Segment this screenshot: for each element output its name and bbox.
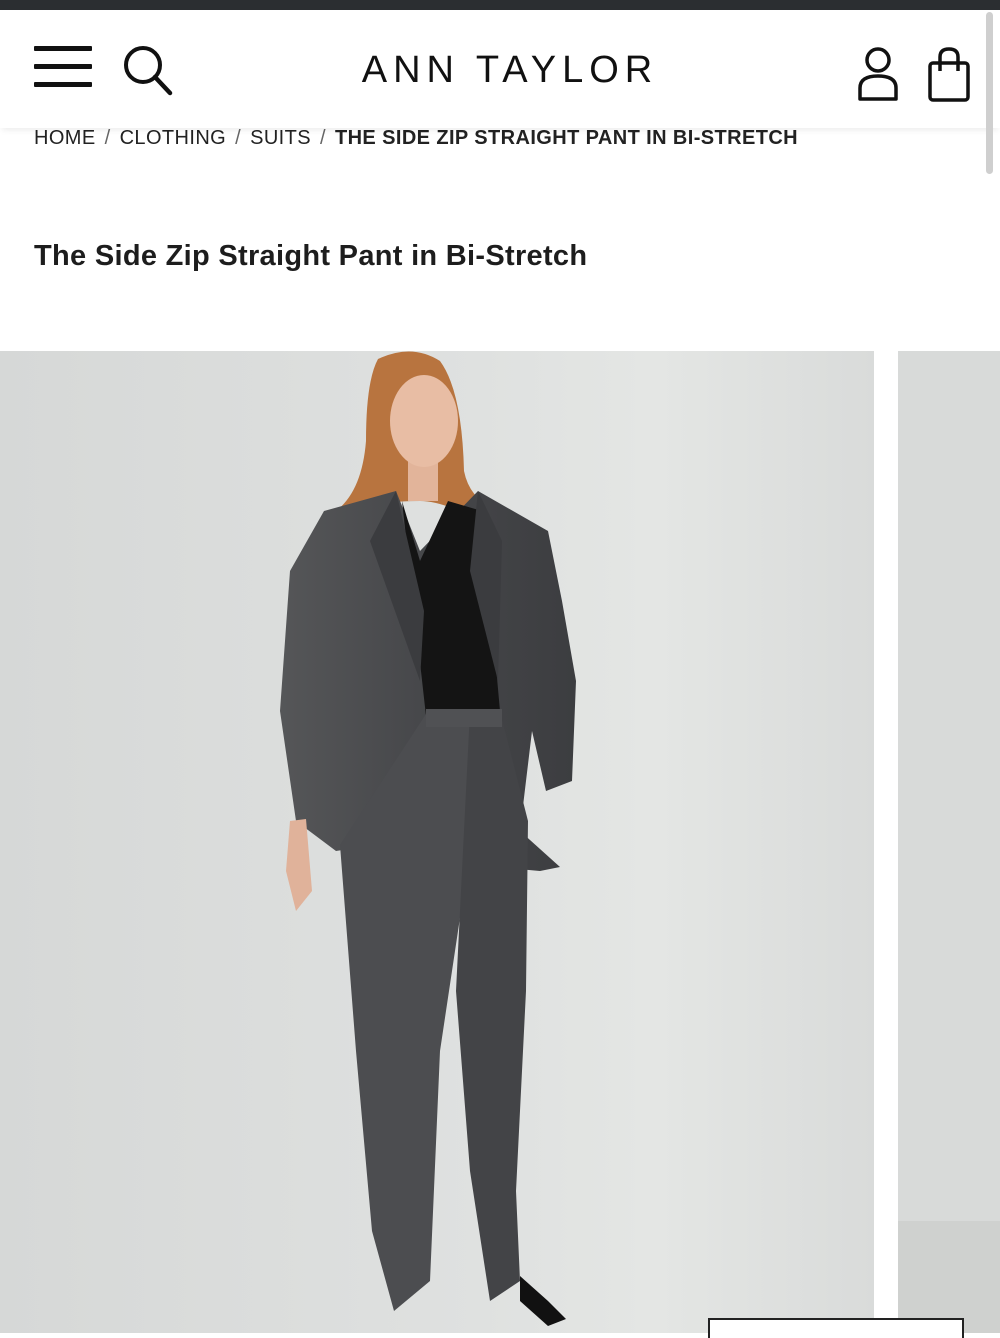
next-image-background xyxy=(898,351,1000,1221)
user-account-icon[interactable] xyxy=(852,46,904,104)
breadcrumb-home[interactable]: HOME xyxy=(34,127,96,149)
product-title: The Side Zip Straight Pant in Bi-Stretch xyxy=(34,240,588,272)
product-image-main[interactable] xyxy=(0,351,874,1333)
next-image-floor xyxy=(898,1221,1000,1333)
search-icon[interactable] xyxy=(122,44,174,96)
image-carousel-indicator[interactable] xyxy=(708,1318,964,1338)
breadcrumb-current: THE SIDE ZIP STRAIGHT PANT IN BI-STRETCH xyxy=(334,127,799,149)
product-image-next[interactable] xyxy=(898,351,1000,1333)
status-bar xyxy=(0,0,1000,10)
menu-line xyxy=(34,46,92,51)
shopping-bag-icon[interactable] xyxy=(924,46,974,104)
menu-line xyxy=(34,82,92,87)
hamburger-menu-icon[interactable] xyxy=(34,43,92,95)
page-scrollbar[interactable] xyxy=(986,12,993,174)
waistband xyxy=(426,709,502,727)
site-header: ANN TAYLOR xyxy=(0,10,1000,128)
brand-logo[interactable]: ANN TAYLOR xyxy=(300,46,720,94)
breadcrumb-suits[interactable]: SUITS xyxy=(250,127,311,149)
breadcrumb: HOME / CLOTHING / SUITS / THE SIDE ZIP STRAIGH… xyxy=(34,124,798,152)
menu-line xyxy=(34,64,92,69)
breadcrumb-separator: / xyxy=(104,127,111,149)
breadcrumb-separator: / xyxy=(320,127,326,149)
face xyxy=(390,375,458,467)
breadcrumb-separator: / xyxy=(235,127,242,149)
breadcrumb-clothing[interactable]: CLOTHING xyxy=(120,127,227,149)
